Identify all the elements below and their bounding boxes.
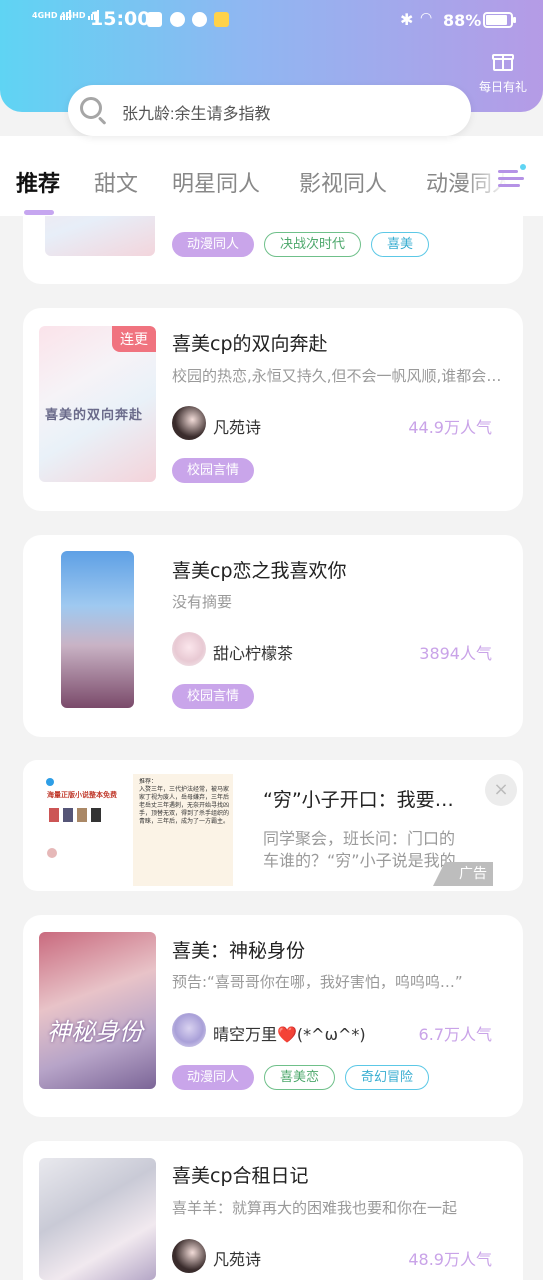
ad-image-heading: 海量正版小说整本免费 [47,791,117,799]
gift-label: 每日有礼 [478,80,527,94]
popularity: 6.7万人气 [418,1025,492,1044]
tag[interactable]: 决战次时代 [264,232,361,257]
book-card[interactable]: 喜美cp恋之我喜欢你 没有摘要 甜心柠檬茶 3894人气 校园言情 [23,535,523,737]
network-label-1: 4GHD [32,11,58,20]
daily-gift-button[interactable]: 每日有礼 [472,50,534,95]
notification-app-icon [192,12,207,27]
ad-image-intro: 推荐： [139,778,158,785]
tag[interactable]: 校园言情 [172,458,254,483]
gift-icon [492,50,514,72]
tab-sweet[interactable]: 甜文 [94,166,138,198]
author-avatar [172,1239,206,1273]
tag[interactable]: 动漫同人 [172,1065,254,1090]
ad-card[interactable]: 海量正版小说整本免费 推荐： 入赘三年，三代护法经常，被马家家丁视为废人，岳母嫌… [23,760,523,891]
book-title: 喜美cp合租日记 [172,1165,309,1187]
ad-image: 海量正版小说整本免费 推荐： 入赘三年，三代护法经常，被马家家丁视为废人，岳母嫌… [41,774,233,886]
tag[interactable]: 奇幻冒险 [345,1065,429,1090]
active-tab-indicator [24,210,54,215]
popularity: 3894人气 [419,644,492,663]
author-name: 甜心柠檬茶 [213,644,294,663]
book-cover: 喜美的双向奔赴 连更 [39,326,156,482]
tag[interactable]: 动漫同人 [172,232,254,257]
tag[interactable]: 喜美恋 [264,1065,335,1090]
book-title: 喜美cp恋之我喜欢你 [172,560,347,582]
search-bar[interactable]: 张九龄:余生请多指教 [68,85,471,136]
ad-title: “穷”小子开口：我要买下这家公司 [263,789,471,811]
close-icon[interactable]: × [485,774,517,806]
book-description: 校园的热恋,永恒又持久,但不会一帆风顺,谁都会有坎坷 [172,367,507,385]
book-cover [61,551,134,708]
popularity: 44.9万人气 [408,418,492,437]
tab-film-fanfic[interactable]: 影视同人 [299,166,387,198]
battery-percent: 88% [443,11,482,30]
book-title: 喜美：神秘身份 [172,940,306,962]
popularity: 48.9万人气 [408,1250,492,1269]
wifi-icon: ◠ [420,10,433,26]
status-bar: 4GHD 4GHD 15:00 ✱ ◠ 88% [0,0,543,40]
category-tabs: 推荐 甜文 明星同人 影视同人 动漫同人 [0,136,543,216]
book-description: 预告:“喜哥哥你在哪，我好害怕，呜呜呜…” [172,973,463,991]
battery-icon [483,12,516,28]
category-menu-icon[interactable] [498,164,526,190]
author-name: 凡苑诗 [213,1250,262,1269]
search-icon [80,97,108,125]
bluetooth-icon: ✱ [400,10,414,29]
author-avatar [172,406,206,440]
book-card[interactable]: 喜美cp合租日记 喜羊羊：就算再大的困难我也要和你在一起 凡苑诗 48.9万人气 [23,1141,523,1280]
book-description: 没有摘要 [172,593,233,611]
author-name: 晴空万里❤️(*^ω^*) [213,1025,366,1044]
ad-image-body: 入赘三年，三代护法经常，被马家家丁视为废人，岳母嫌弃，三年后老岳丈三年遇刺，无奈… [139,786,229,825]
update-badge: 连更 [112,326,156,352]
tab-celebrity-fanfic[interactable]: 明星同人 [172,166,260,198]
book-description: 喜羊羊：就算再大的困难我也要和你在一起 [172,1199,458,1217]
author-avatar [172,1013,206,1047]
book-title: 喜美cp的双向奔赴 [172,333,328,355]
network-label-2: 4GHD [60,11,86,20]
book-card[interactable]: 喜美的双向奔赴 连更 喜美cp的双向奔赴 校园的热恋,永恒又持久,但不会一帆风顺… [23,308,523,511]
search-placeholder: 张九龄:余生请多指教 [122,106,271,123]
tab-recommend[interactable]: 推荐 [16,166,60,198]
ad-description: 同学聚会，班长问：门口的车谁的？“穷”小子说是我的 [263,829,456,870]
book-cover: 神秘身份 [39,932,156,1089]
tag[interactable]: 校园言情 [172,684,254,709]
notification-app-icon [147,12,162,27]
book-card[interactable]: 神秘身份 喜美：神秘身份 预告:“喜哥哥你在哪，我好害怕，呜呜呜…” 晴空万里❤… [23,915,523,1117]
tag[interactable]: 喜美 [371,232,429,257]
clock: 15:00 [90,8,151,30]
author-avatar [172,632,206,666]
notification-app-icon [170,12,185,27]
book-cover [39,1158,156,1280]
notification-app-icon [214,12,229,27]
author-name: 凡苑诗 [213,418,262,437]
